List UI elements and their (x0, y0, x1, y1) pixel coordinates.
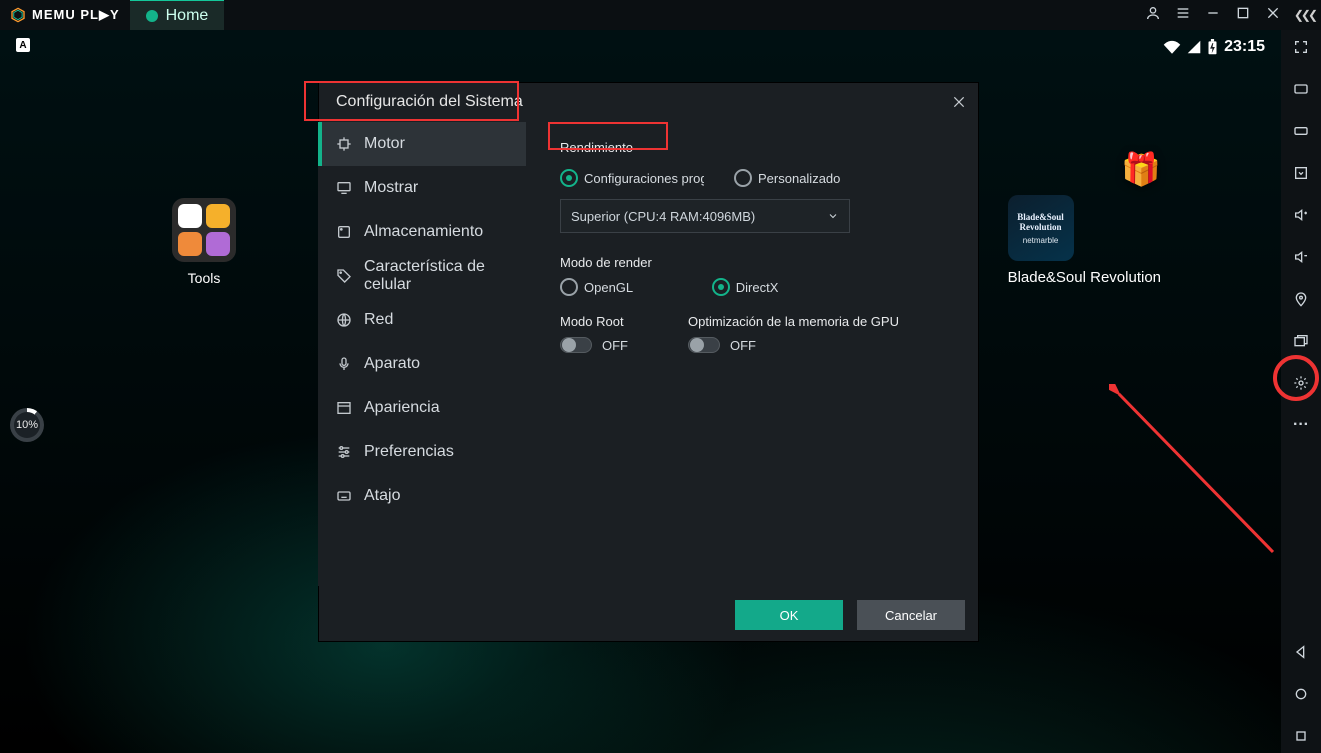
more-icon[interactable]: ··· (1290, 414, 1312, 436)
close-icon[interactable] (947, 90, 971, 114)
sidebar-item-aparato[interactable]: Aparato (318, 342, 526, 386)
radio-dot-icon (734, 169, 752, 187)
sidebar-item-red[interactable]: Red (318, 298, 526, 342)
radio-dot-icon (712, 278, 730, 296)
settings-pane: Rendimiento Configuraciones programadas … (526, 122, 979, 586)
sidebar-item-preferencias[interactable]: Preferencias (318, 430, 526, 474)
sidebar-item-motor[interactable]: Motor (318, 122, 526, 166)
root-title: Modo Root (560, 314, 628, 329)
game-art-icon: Blade&Soul Revolution netmarble (1008, 195, 1074, 261)
mic-icon (336, 356, 352, 372)
menu-icon[interactable] (1175, 5, 1191, 26)
folder-tools[interactable]: Tools (172, 198, 236, 286)
sidebar-item-apariencia[interactable]: Apariencia (318, 386, 526, 430)
cpu-icon (336, 136, 352, 152)
sliders-icon (336, 444, 352, 460)
install-apk-icon[interactable] (1290, 162, 1312, 184)
android-status-bar: 23:15 (1163, 38, 1265, 56)
layout-icon (336, 400, 352, 416)
chevron-down-icon (827, 210, 839, 222)
radio-opengl[interactable]: OpenGL (560, 278, 652, 296)
clock: 23:15 (1224, 38, 1265, 56)
annotation-box-title (304, 81, 519, 121)
wifi-icon (1163, 40, 1181, 54)
storage-icon (336, 224, 352, 240)
sidebar-item-mostrar[interactable]: Mostrar (318, 166, 526, 210)
tag-icon (336, 268, 352, 284)
app-name: MEMU PL▶Y (32, 7, 120, 23)
radio-presets[interactable]: Configuraciones programadas (560, 169, 704, 187)
radio-custom[interactable]: Personalizado (734, 169, 840, 187)
tab-home[interactable]: Home (130, 0, 225, 31)
multi-instance-icon[interactable] (1290, 330, 1312, 352)
logo-icon (10, 7, 26, 23)
annotation-gear-highlight (1273, 355, 1319, 401)
modal-footer: OK Cancelar (735, 600, 965, 630)
sidebar-item-almacenamiento[interactable]: Almacenamiento (318, 210, 526, 254)
display-icon (336, 180, 352, 196)
annotation-box-section (548, 122, 668, 150)
toggle-gpu[interactable]: OFF (688, 337, 899, 353)
recents-icon[interactable] (1290, 725, 1312, 747)
radio-dot-icon (560, 278, 578, 296)
indicator-a: A (16, 38, 30, 52)
window-controls (1145, 0, 1281, 30)
modal-title-bar: Configuración del Sistema (318, 82, 979, 122)
minimize-button[interactable] (1205, 5, 1221, 26)
tab-home-label: Home (166, 7, 209, 25)
settings-modal: Configuración del Sistema Motor Mostrar (318, 82, 979, 642)
battery-icon (1207, 39, 1218, 55)
sidebar-item-atajo[interactable]: Atajo (318, 474, 526, 518)
app-logo: MEMU PL▶Y (0, 7, 130, 23)
emulator-desktop: A 23:15 Tools 10% 🎁 Blade&Soul Revolutio… (0, 30, 1281, 753)
toggle-root[interactable]: OFF (560, 337, 628, 353)
title-bar: MEMU PL▶Y Home ❮❮❮ (0, 0, 1321, 30)
tools-label: Tools (172, 270, 236, 286)
volume-up-icon[interactable] (1290, 204, 1312, 226)
user-icon[interactable] (1145, 5, 1161, 26)
preset-select[interactable]: Superior (CPU:4 RAM:4096MB) (560, 199, 850, 233)
app-blade-soul[interactable]: Blade&Soul Revolution netmarble Blade&So… (1008, 195, 1161, 286)
fullscreen-icon[interactable] (1290, 36, 1312, 58)
cancel-button[interactable]: Cancelar (857, 600, 965, 630)
home-icon[interactable] (1290, 683, 1312, 705)
location-icon[interactable] (1290, 288, 1312, 310)
keyboard-icon[interactable] (1290, 120, 1312, 142)
signal-icon (1187, 40, 1201, 54)
maximize-button[interactable] (1235, 5, 1251, 26)
ok-button[interactable]: OK (735, 600, 843, 630)
volume-down-icon[interactable] (1290, 246, 1312, 268)
sidebar-item-celular[interactable]: Característica de celular (318, 254, 526, 298)
render-title: Modo de render (560, 255, 652, 270)
download-progress[interactable]: 10% (10, 408, 44, 442)
home-dot-icon (146, 10, 158, 22)
close-button[interactable] (1265, 5, 1281, 26)
radio-directx[interactable]: DirectX (712, 278, 779, 296)
tools-folder-icon (172, 198, 236, 262)
game-label: Blade&Soul Revolution (1008, 269, 1161, 286)
back-icon[interactable] (1290, 641, 1312, 663)
globe-icon (336, 312, 352, 328)
keymap-icon[interactable] (1290, 78, 1312, 100)
keyboard-icon (336, 488, 352, 504)
progress-value: 10% (14, 412, 40, 438)
preset-value: Superior (CPU:4 RAM:4096MB) (571, 209, 755, 224)
gift-icon[interactable]: 🎁 (1121, 150, 1161, 188)
collapse-right-panel-icon[interactable]: ❮❮❮ (1294, 0, 1315, 30)
settings-sidebar: Motor Mostrar Almacenamiento Característ… (318, 122, 526, 586)
gpu-title: Optimización de la memoria de GPU (688, 314, 899, 329)
radio-dot-icon (560, 169, 578, 187)
